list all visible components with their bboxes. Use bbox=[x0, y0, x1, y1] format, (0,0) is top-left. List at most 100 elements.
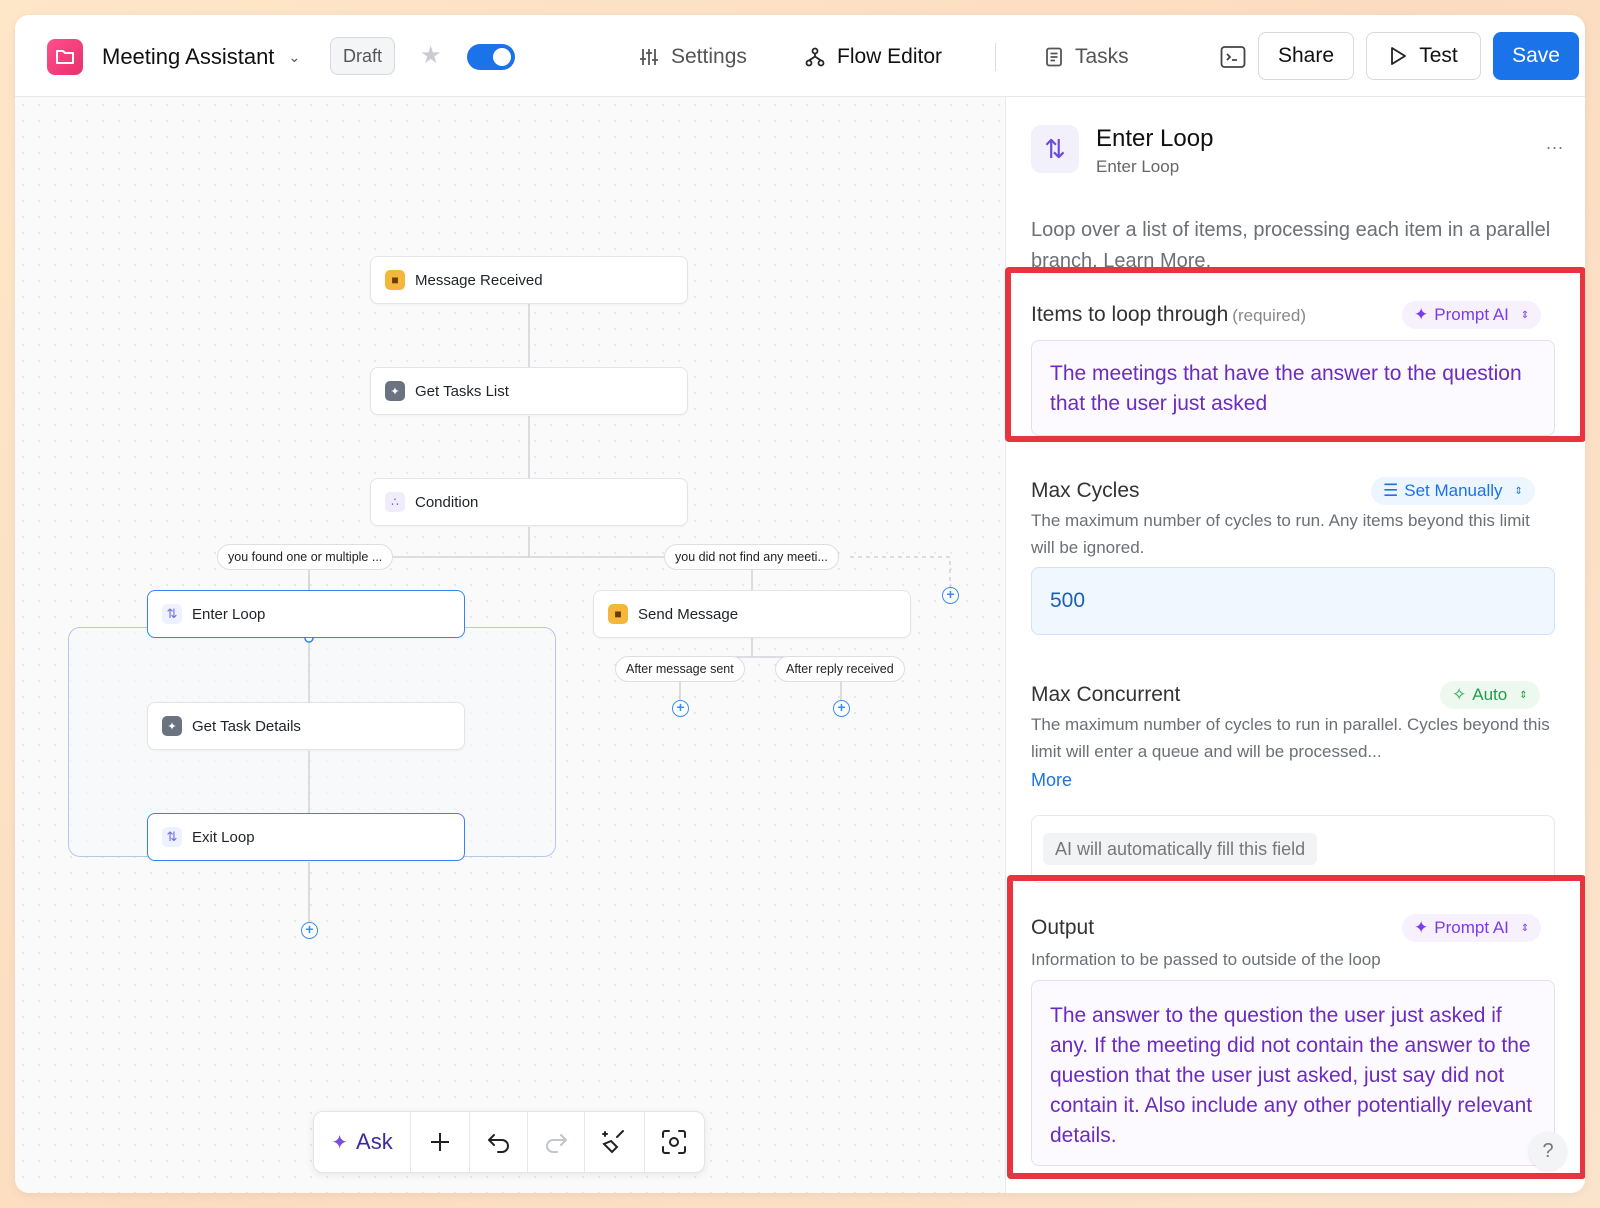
app-title-dropdown[interactable]: Meeting Assistant ⌄ bbox=[102, 41, 300, 73]
add-step-icon[interactable]: + bbox=[301, 922, 318, 939]
share-button[interactable]: Share bbox=[1258, 32, 1354, 80]
nav-flow-editor-label: Flow Editor bbox=[837, 45, 943, 68]
items-input[interactable]: The meetings that have the answer to the… bbox=[1031, 340, 1555, 436]
enable-toggle[interactable] bbox=[467, 44, 515, 70]
items-label-text: Items to loop through bbox=[1031, 303, 1229, 326]
star-icon[interactable]: ★ bbox=[420, 41, 442, 70]
panel-title: Enter Loop bbox=[1096, 125, 1214, 152]
properties-panel: ⇅ Enter Loop Enter Loop ... Loop over a … bbox=[1005, 97, 1585, 1193]
more-options-icon[interactable]: ... bbox=[1546, 133, 1564, 154]
max-cycles-help: The maximum number of cycles to run. Any… bbox=[1031, 511, 1530, 557]
required-tag: (required) bbox=[1232, 306, 1306, 325]
auto-fill-placeholder: AI will automatically fill this field bbox=[1043, 833, 1318, 865]
edge-label-found[interactable]: you found one or multiple ... bbox=[217, 544, 394, 570]
redo-button[interactable] bbox=[528, 1112, 586, 1172]
folder-icon[interactable] bbox=[47, 39, 83, 75]
items-label: Items to loop through (required) bbox=[1031, 303, 1306, 327]
plus-icon bbox=[431, 1133, 450, 1151]
node-get-task-details[interactable]: ✦ Get Task Details bbox=[147, 702, 465, 750]
node-label: Message Received bbox=[415, 271, 543, 289]
output-label: Output bbox=[1031, 916, 1095, 939]
ask-button[interactable]: ✦ Ask bbox=[314, 1112, 411, 1172]
node-label: Condition bbox=[415, 493, 479, 511]
description-period: . bbox=[1205, 250, 1212, 272]
chat-bubble-icon: ■ bbox=[608, 604, 628, 624]
branch-icon: ∴ bbox=[385, 492, 405, 512]
node-send-message[interactable]: ■ Send Message bbox=[593, 590, 911, 638]
node-message-received[interactable]: ■ Message Received bbox=[370, 256, 688, 304]
chevron-updown-icon: ⇕ bbox=[1520, 922, 1530, 934]
sparkle-icon: ✦ bbox=[1414, 305, 1429, 324]
mode-label: Auto bbox=[1472, 685, 1508, 704]
panel-description: Loop over a list of items, processing ea… bbox=[1031, 215, 1551, 277]
terminal-icon[interactable] bbox=[1217, 41, 1249, 73]
auto-arrange-button[interactable] bbox=[585, 1112, 645, 1172]
ask-label: Ask bbox=[356, 1129, 393, 1154]
node-get-tasks-list[interactable]: ✦ Get Tasks List bbox=[370, 367, 688, 415]
max-concurrent-label: Max Concurrent bbox=[1031, 683, 1181, 706]
magic-wand-icon: ✧ bbox=[1452, 685, 1467, 704]
node-label: Get Tasks List bbox=[415, 382, 509, 400]
max-cycles-input[interactable]: 500 bbox=[1031, 567, 1555, 635]
output-mode-select[interactable]: ✦ Prompt AI ⇕ bbox=[1402, 914, 1542, 942]
edge-label-not-found[interactable]: you did not find any meeti... bbox=[664, 544, 839, 570]
flow-canvas[interactable]: ■ Message Received ✦ Get Tasks List ∴ Co… bbox=[15, 97, 1005, 1193]
panel-subtitle: Enter Loop bbox=[1096, 157, 1180, 176]
node-exit-loop[interactable]: ⇅ Exit Loop bbox=[147, 813, 465, 861]
max-concurrent-help: The maximum number of cycles to run in p… bbox=[1031, 715, 1550, 761]
add-node-button[interactable] bbox=[411, 1112, 471, 1172]
sparkle-icon: ✦ bbox=[1414, 918, 1429, 937]
nav-settings[interactable]: Settings bbox=[639, 41, 747, 73]
fit-view-button[interactable] bbox=[645, 1112, 704, 1172]
help-button[interactable]: ? bbox=[1529, 1132, 1567, 1170]
add-step-icon[interactable]: + bbox=[672, 700, 689, 717]
output-help: Information to be passed to outside of t… bbox=[1031, 950, 1381, 969]
node-condition[interactable]: ∴ Condition bbox=[370, 478, 688, 526]
draft-badge[interactable]: Draft bbox=[330, 37, 396, 75]
add-step-icon[interactable]: + bbox=[942, 587, 959, 604]
output-input[interactable]: The answer to the question the user just… bbox=[1031, 980, 1555, 1166]
test-button[interactable]: Test bbox=[1366, 32, 1481, 80]
undo-button[interactable] bbox=[470, 1112, 528, 1172]
node-label: Send Message bbox=[638, 605, 739, 623]
canvas-toolbar: ✦ Ask bbox=[313, 1111, 705, 1173]
chevron-updown-icon: ⇕ bbox=[1519, 689, 1528, 701]
nav-flow-editor[interactable]: Flow Editor bbox=[805, 41, 942, 73]
nav-divider bbox=[995, 43, 996, 71]
focus-icon bbox=[662, 1130, 687, 1154]
redo-icon bbox=[546, 1134, 567, 1153]
node-label: Enter Loop bbox=[192, 605, 266, 623]
sliders-icon bbox=[640, 49, 658, 65]
node-enter-loop[interactable]: ⇅ Enter Loop bbox=[147, 590, 465, 638]
list-icon: ☰ bbox=[1383, 481, 1399, 500]
add-step-icon[interactable]: + bbox=[833, 700, 850, 717]
more-link[interactable]: More bbox=[1031, 770, 1072, 791]
items-mode-select[interactable]: ✦ Prompt AI ⇕ bbox=[1402, 301, 1542, 329]
max-cycles-mode-select[interactable]: ☰ Set Manually ⇕ bbox=[1371, 477, 1535, 505]
chevron-updown-icon: ⇕ bbox=[1514, 485, 1523, 497]
chat-bubble-icon: ■ bbox=[385, 270, 405, 290]
magic-broom-icon bbox=[602, 1130, 625, 1154]
max-concurrent-input[interactable]: AI will automatically fill this field bbox=[1031, 815, 1555, 883]
nav-tasks[interactable]: Tasks bbox=[1045, 41, 1129, 73]
integration-icon: ✦ bbox=[385, 381, 405, 401]
app-title: Meeting Assistant bbox=[102, 44, 275, 69]
loop-icon: ⇅ bbox=[1031, 125, 1079, 173]
max-cycles-label: Max Cycles bbox=[1031, 479, 1140, 502]
node-label: Get Task Details bbox=[192, 717, 301, 735]
chevron-updown-icon: ⇕ bbox=[1520, 309, 1530, 321]
document-icon bbox=[1046, 47, 1062, 67]
flow-icon bbox=[805, 47, 825, 67]
edge-label-after-reply[interactable]: After reply received bbox=[775, 656, 905, 682]
sparkle-icon: ✦ bbox=[331, 1131, 349, 1154]
learn-more-link[interactable]: Learn More bbox=[1103, 250, 1205, 272]
mode-label: Prompt AI bbox=[1434, 918, 1509, 937]
mode-label: Prompt AI bbox=[1434, 305, 1509, 324]
undo-icon bbox=[487, 1134, 509, 1153]
save-button[interactable]: Save bbox=[1493, 32, 1579, 80]
nav-tasks-label: Tasks bbox=[1075, 45, 1129, 68]
node-label: Exit Loop bbox=[192, 828, 255, 846]
edge-label-after-sent[interactable]: After message sent bbox=[615, 656, 745, 682]
top-bar: Meeting Assistant ⌄ Draft ★ Settings Flo… bbox=[15, 15, 1585, 97]
max-concurrent-mode-select[interactable]: ✧ Auto ⇕ bbox=[1440, 681, 1540, 709]
